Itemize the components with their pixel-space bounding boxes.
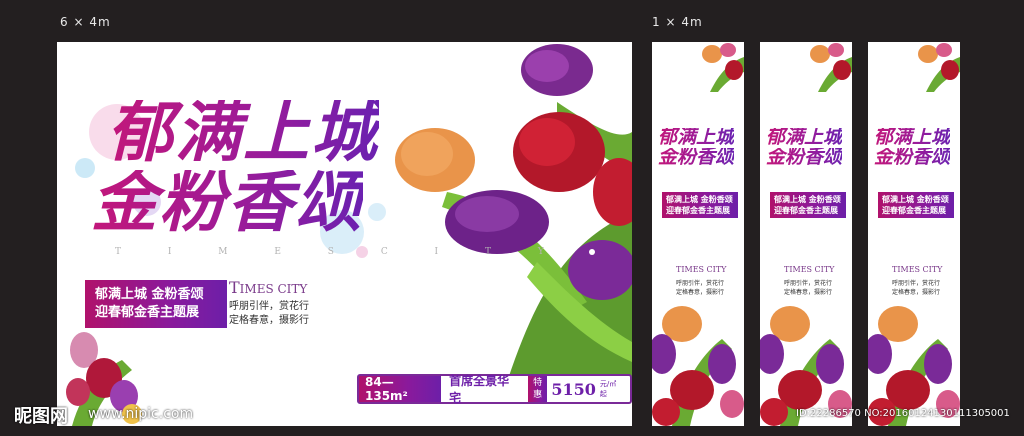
small-size-label: 1 × 4m bbox=[652, 15, 703, 29]
vertical-banner-3: 郁满上城 金粉香颂 郁满上城 金粉香颂 迎春郁金香主题展 TIMES CITY … bbox=[868, 42, 960, 426]
banner-activity: 呼朋引伴，赏花行 定格春意，摄影行 bbox=[892, 279, 940, 297]
big-size-label: 6 × 4m bbox=[60, 15, 111, 29]
banner-times-rest: IMES CITY bbox=[789, 265, 835, 274]
times-city-rest: IMES CITY bbox=[239, 282, 308, 296]
times-city-initial: T bbox=[229, 278, 240, 297]
watermark-url: www.nipic.com bbox=[88, 406, 194, 422]
banner-subtitle-box: 郁满上城 金粉香颂 迎春郁金香主题展 bbox=[878, 192, 954, 218]
area-label: 84—135m² bbox=[359, 375, 442, 403]
banner-times-city: TIMES CITY bbox=[784, 265, 834, 274]
vertical-banner-1: 郁满上城 金粉香颂 郁满上城 金粉香颂 迎春郁金香主题展 TIMES CITY … bbox=[652, 42, 744, 426]
activity-line1: 呼朋引伴，赏花行 bbox=[229, 301, 309, 312]
banner-subtitle-line2: 迎春郁金香主题展 bbox=[666, 206, 730, 215]
watermark-id: ID:22286570 NO:20160124130111305001 bbox=[796, 408, 1010, 419]
banner-title-line1: 郁满上城 bbox=[874, 126, 951, 148]
banner-top-flower bbox=[918, 43, 960, 92]
house-desc: 首席全景华宅 bbox=[449, 374, 510, 405]
main-title-line1: 郁满上城 bbox=[107, 94, 379, 171]
banner-times-rest: IMES CITY bbox=[897, 265, 943, 274]
subtitle-line1: 郁满上城 金粉香颂 bbox=[95, 287, 204, 302]
banner-subtitle-box: 郁满上城 金粉香颂 迎春郁金香主题展 bbox=[770, 192, 846, 218]
banner-activity: 呼朋引伴，赏花行 定格春意，摄影行 bbox=[676, 279, 724, 297]
times-city-logo: TIMES CITY bbox=[229, 278, 307, 297]
banner-subtitle-box: 郁满上城 金粉香颂 迎春郁金香主题展 bbox=[662, 192, 738, 218]
activity-text: 呼朋引伴，赏花行 定格春意，摄影行 bbox=[229, 300, 309, 328]
banner-times-city: TIMES CITY bbox=[676, 265, 726, 274]
banner-activity-line2: 定格春意，摄影行 bbox=[892, 289, 941, 296]
banner-activity: 呼朋引伴，赏花行 定格春意，摄影行 bbox=[784, 279, 832, 297]
banner-subtitle-line2: 迎春郁金香主题展 bbox=[882, 206, 946, 215]
banner-subtitle-line1: 郁满上城 金粉香颂 bbox=[882, 195, 949, 204]
banner-title-line1: 郁满上城 bbox=[658, 126, 735, 148]
banner-title-line2: 金粉香颂 bbox=[658, 146, 735, 168]
banner-subtitle-line1: 郁满上城 金粉香颂 bbox=[774, 195, 841, 204]
banner-activity-line2: 定格春意，摄影行 bbox=[784, 289, 833, 296]
banner-bottom-tulips bbox=[652, 306, 744, 426]
special-char2: 惠 bbox=[533, 390, 543, 400]
banner-activity-line1: 呼朋引伴，赏花行 bbox=[676, 280, 725, 287]
banner-top-flower bbox=[810, 43, 852, 92]
banner-activity-line1: 呼朋引伴，赏花行 bbox=[892, 280, 941, 287]
banner-subtitle-line1: 郁满上城 金粉香颂 bbox=[666, 195, 733, 204]
banner-title-line2: 金粉香颂 bbox=[766, 146, 843, 168]
banner-subtitle-line2: 迎春郁金香主题展 bbox=[774, 206, 838, 215]
main-billboard: 郁满上城 金粉香颂 T I M E S C I T Y 郁满上城 金粉香颂 迎春… bbox=[57, 42, 632, 426]
subtitle-box: 郁满上城 金粉香颂 迎春郁金香主题展 bbox=[85, 280, 227, 328]
special-offer-tag: 特 惠 bbox=[527, 376, 548, 402]
banner-activity-line1: 呼朋引伴，赏花行 bbox=[784, 280, 833, 287]
vertical-banner-2: 郁满上城 金粉香颂 郁满上城 金粉香颂 迎春郁金香主题展 TIMES CITY … bbox=[760, 42, 852, 426]
price-unit: 元/㎡ 起 bbox=[599, 380, 617, 398]
watermark-brand: 昵图网 bbox=[14, 406, 68, 427]
subtitle-line2: 迎春郁金香主题展 bbox=[95, 305, 200, 320]
main-title-line2: 金粉香颂 bbox=[91, 164, 363, 241]
banner-title-line1: 郁满上城 bbox=[766, 126, 843, 148]
price-value: 5150 bbox=[551, 379, 596, 399]
banner-title-line2: 金粉香颂 bbox=[874, 146, 951, 168]
price-bar: 84—135m² 首席全景华宅 特 惠 5150 元/㎡ 起 bbox=[357, 374, 632, 405]
banner-times-rest: IMES CITY bbox=[681, 265, 727, 274]
activity-line2: 定格春意，摄影行 bbox=[229, 315, 309, 326]
tulip-bouquet-image bbox=[395, 44, 632, 382]
times-city-spaced-text: T I M E S C I T Y bbox=[115, 247, 566, 257]
special-char1: 特 bbox=[533, 378, 543, 388]
banner-top-flower bbox=[702, 43, 744, 92]
banner-times-city: TIMES CITY bbox=[892, 265, 942, 274]
banner-activity-line2: 定格春意，摄影行 bbox=[676, 289, 725, 296]
